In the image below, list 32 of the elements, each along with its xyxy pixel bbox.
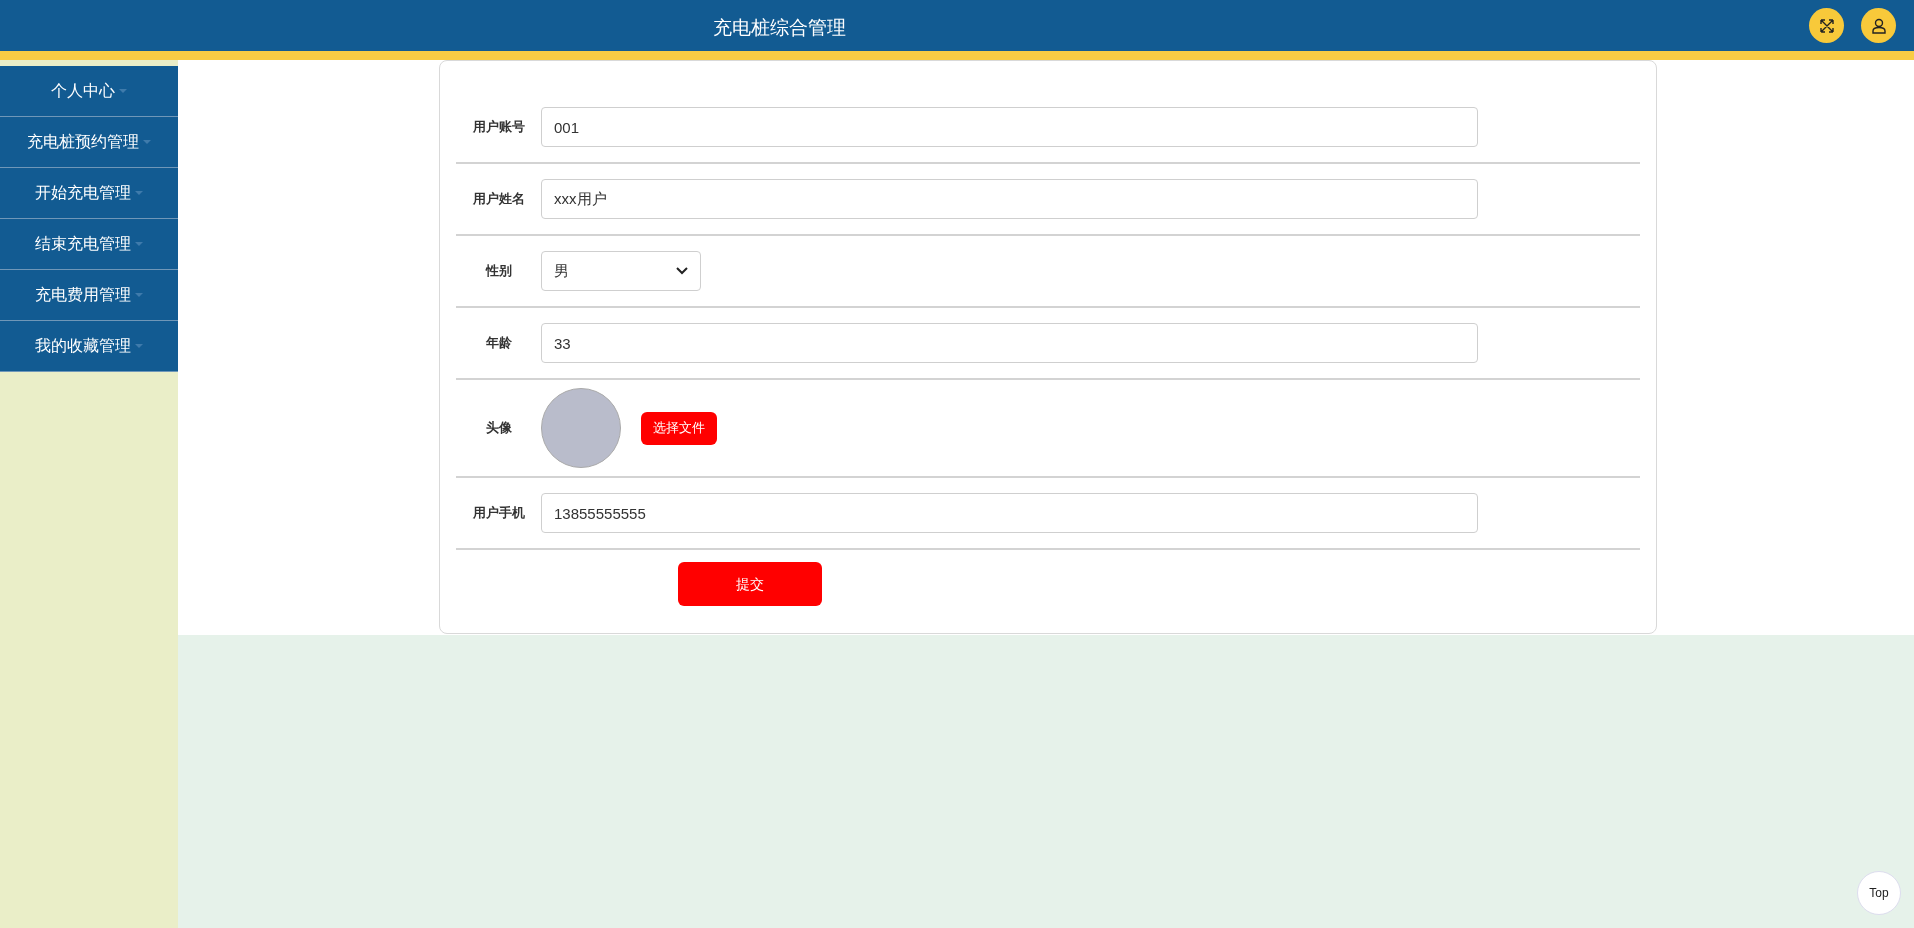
text-input[interactable]: 13855555555 [541,493,1478,533]
caret-icon [135,293,143,297]
caret-icon [135,191,143,195]
text-input[interactable]: 33 [541,323,1478,363]
user-button[interactable] [1861,8,1896,43]
fullscreen-button[interactable] [1809,8,1844,43]
field-label: 用户手机 [471,504,526,523]
caret-icon [119,89,127,93]
text-input[interactable]: 001 [541,107,1478,147]
caret-icon [135,344,143,348]
sidebar-item[interactable]: 充电桩预约管理 [0,117,178,168]
header-title: 充电桩综合管理 [713,15,846,40]
field-label: 用户姓名 [471,190,526,209]
sidebar-item[interactable]: 开始充电管理 [0,168,178,219]
user-icon [1870,17,1887,34]
submit-button[interactable]: 提交 [678,562,822,606]
caret-icon [135,242,143,246]
expand-arrows-icon [1818,17,1835,34]
field-label: 年龄 [484,334,513,353]
sidebar-item[interactable]: 我的收藏管理 [0,321,178,372]
chevron-down-icon [676,267,688,275]
choose-file-button[interactable]: 选择文件 [641,411,717,445]
sidebar-item[interactable]: 充电费用管理 [0,270,178,321]
field-label: 性别 [484,262,513,281]
back-to-top-button[interactable]: Top [1857,871,1901,915]
gender-select[interactable]: 男 [541,251,701,291]
text-input[interactable]: xxx用户 [541,179,1478,219]
sidebar-item[interactable]: 结束充电管理 [0,219,178,270]
sidebar-item[interactable]: 个人中心 [0,66,178,117]
caret-icon [143,140,151,144]
field-label: 用户账号 [471,118,526,137]
field-label: 头像 [484,419,513,438]
